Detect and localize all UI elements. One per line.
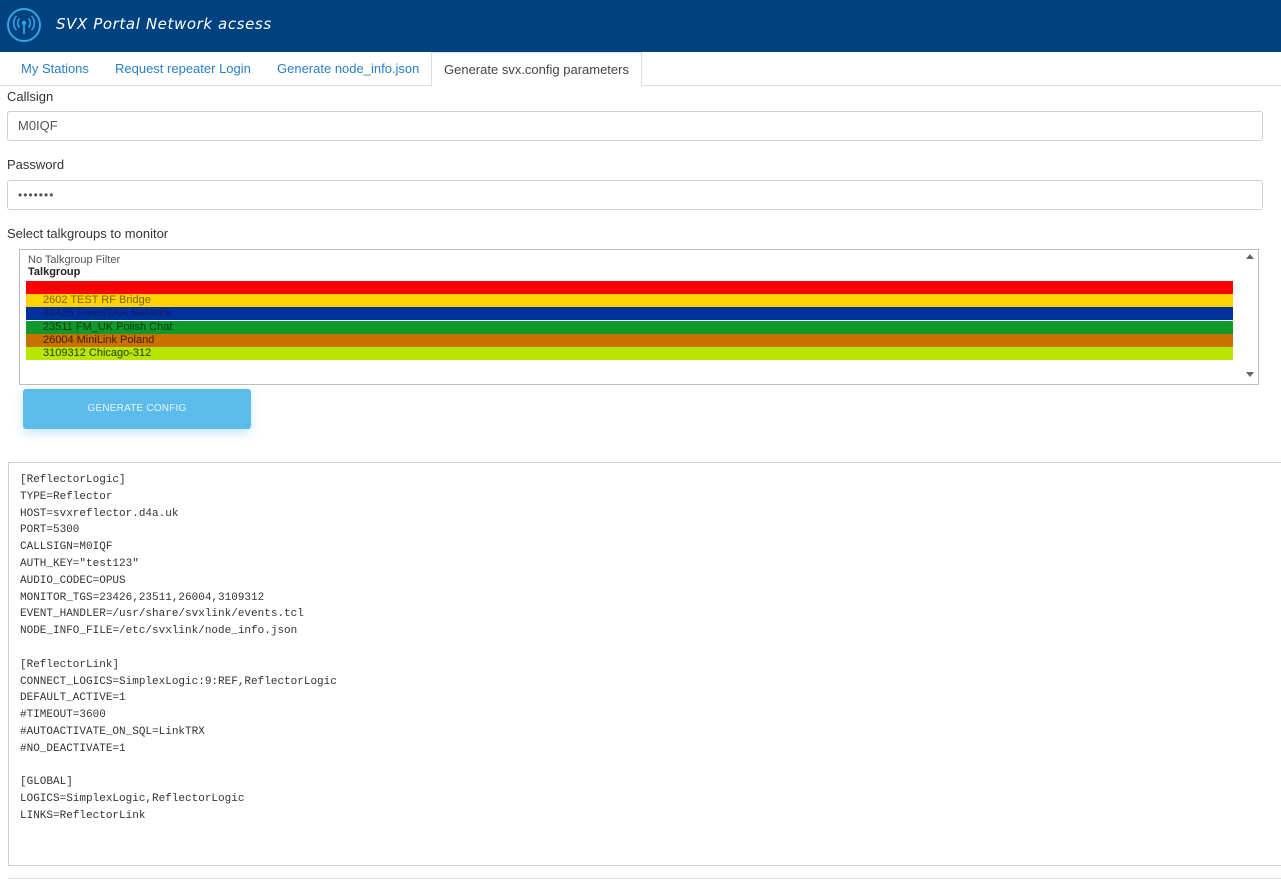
talkgroup-option[interactable]: 23511 FM_UK Polish Chat <box>26 321 1233 334</box>
callsign-label: Callsign <box>7 89 54 104</box>
no-filter-option[interactable]: No Talkgroup Filter <box>28 254 120 266</box>
password-input[interactable]: ••••••• <box>7 180 1263 210</box>
talkgroups-label: Select talkgroups to monitor <box>7 226 169 241</box>
tab-bar: My Stations Request repeater Login Gener… <box>0 52 1281 87</box>
app-title: SVX Portal Network acsess <box>56 15 272 33</box>
talkgroup-option[interactable]: 26004 MiniLink Poland <box>26 334 1233 347</box>
password-label: Password <box>7 157 65 172</box>
talkgroup-option[interactable]: 999 TEST TG <box>26 281 1233 294</box>
tab-generate-node-info[interactable]: Generate node_info.json <box>277 52 419 86</box>
talkgroup-option[interactable]: 23426 FreeSTAR Network <box>26 307 1233 320</box>
talkgroup-select[interactable]: No Talkgroup Filter Talkgroup 999 TEST T… <box>19 249 1259 385</box>
talkgroup-option[interactable]: 2602 TEST RF Bridge <box>26 294 1233 307</box>
app-header: SVX Portal Network acsess <box>0 0 1281 52</box>
callsign-input[interactable]: M0IQF <box>7 111 1263 141</box>
radio-tower-icon[interactable] <box>7 8 41 42</box>
config-output-textarea[interactable]: [ReflectorLogic] TYPE=Reflector HOST=svx… <box>8 462 1281 866</box>
generate-config-button[interactable]: GENERATE CONFIG <box>23 389 251 429</box>
divider <box>8 878 1281 879</box>
tab-generate-svx-config[interactable]: Generate svx.config parameters <box>431 52 642 87</box>
scroll-up-arrow-icon[interactable] <box>1246 254 1254 259</box>
tab-request-repeater-login[interactable]: Request repeater Login <box>115 52 251 86</box>
talkgroup-option[interactable]: 3109312 Chicago-312 <box>26 347 1233 360</box>
scroll-down-arrow-icon[interactable] <box>1246 372 1254 377</box>
talkgroup-group-label: Talkgroup <box>28 266 81 278</box>
tab-my-stations[interactable]: My Stations <box>21 52 89 86</box>
